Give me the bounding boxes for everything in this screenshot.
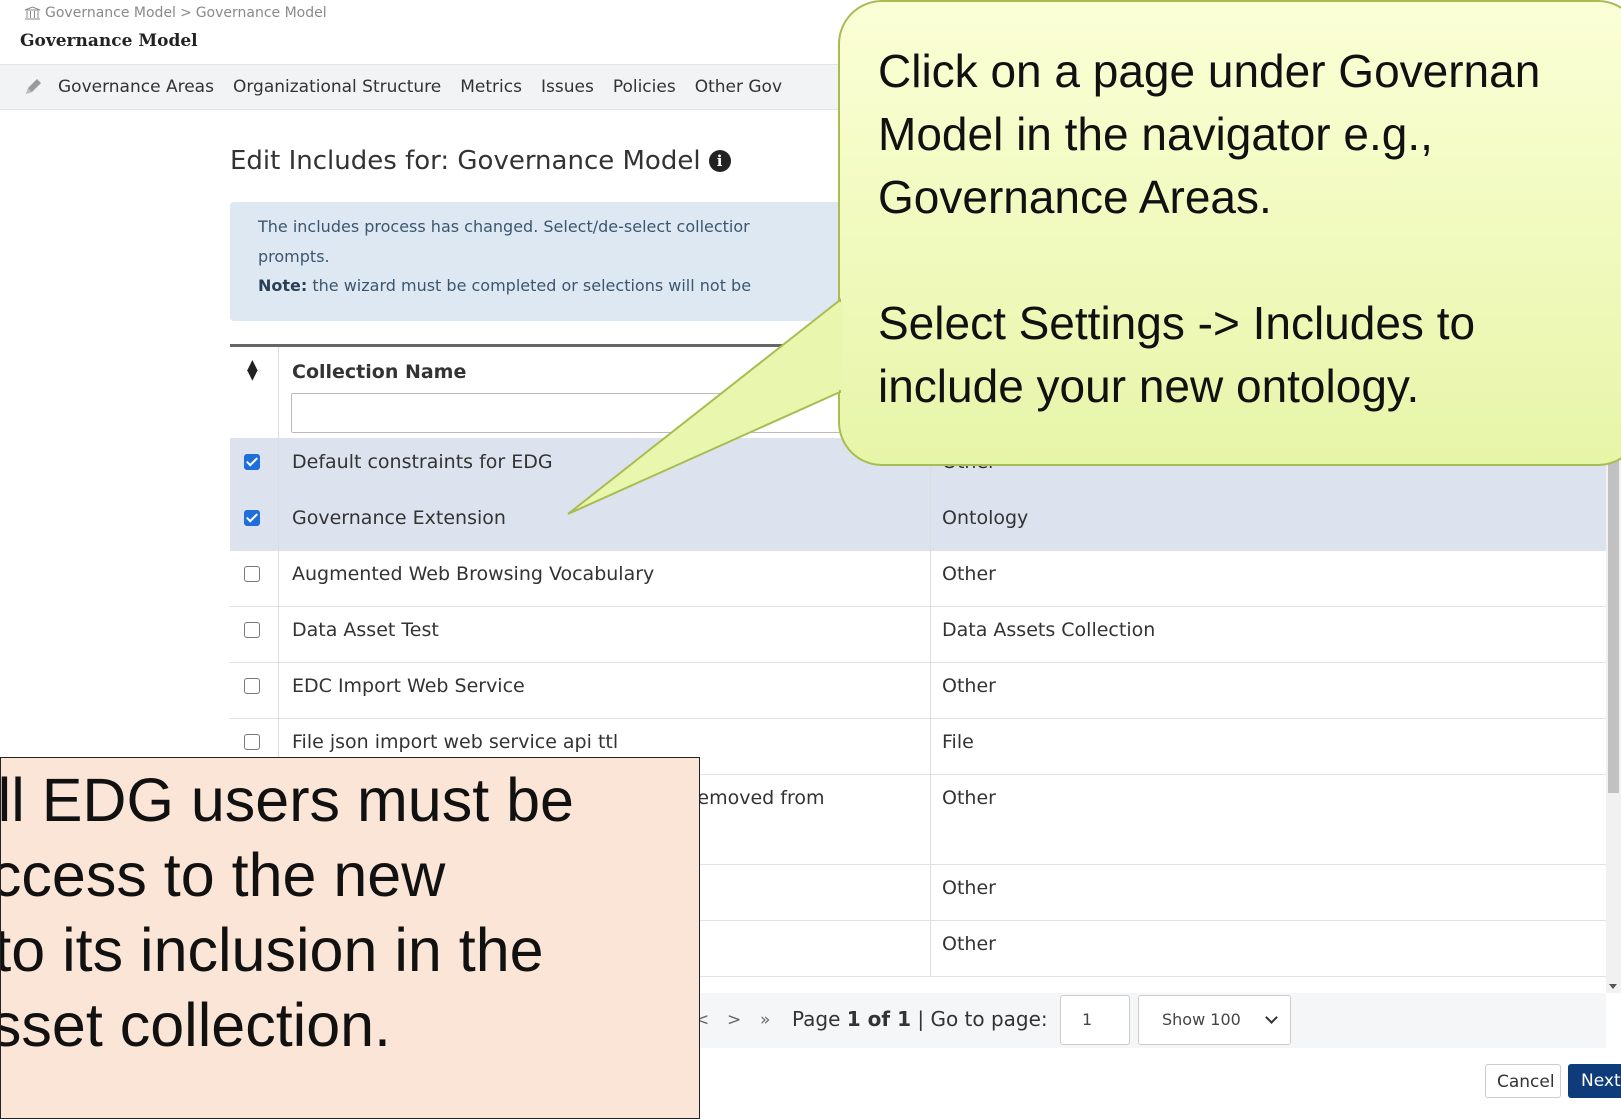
page-size-select[interactable]: Show 100: [1138, 995, 1291, 1045]
type-divider: [930, 662, 931, 718]
callout-line: Governance Areas.: [878, 171, 1272, 223]
info-icon[interactable]: i: [708, 150, 731, 172]
callout-line: Model in the navigator e.g.,: [878, 108, 1433, 160]
nav-governance-areas[interactable]: Governance Areas: [58, 77, 214, 97]
breadcrumb-separator: >: [179, 5, 192, 21]
nav-policies[interactable]: Policies: [613, 77, 676, 97]
row-checkbox[interactable]: [244, 566, 260, 582]
collection-type: Ontology: [942, 507, 1029, 529]
note-callout-text: All EDG users must be access to the new …: [1, 763, 699, 1063]
table-scrollbar[interactable]: [1606, 438, 1621, 993]
table-row[interactable]: EDC Import Web Service Other: [230, 662, 1606, 719]
page-indicator: Page 1 of 1 | Go to page:: [792, 1007, 1048, 1031]
info-line-2: prompts.: [258, 247, 330, 266]
nav-other-gov[interactable]: Other Gov: [695, 77, 782, 97]
callout-line: include your new ontology.: [878, 360, 1420, 412]
column-header-collection-name[interactable]: Collection Name: [292, 361, 466, 383]
info-message: The includes process has changed. Select…: [230, 202, 920, 321]
table-row[interactable]: Governance Extension Ontology: [230, 494, 1606, 551]
select-cell: [230, 550, 279, 606]
collection-type: File: [942, 731, 974, 753]
collection-name: EDC Import Web Service: [292, 675, 525, 697]
collection-type: Other: [942, 877, 996, 899]
info-line-1: The includes process has changed. Select…: [258, 217, 750, 236]
note-line: r to its inclusion in the: [1, 916, 544, 984]
table-row[interactable]: Augmented Web Browsing Vocabulary Other: [230, 550, 1606, 607]
select-cell: [230, 438, 279, 494]
collection-name: removed from: [690, 787, 825, 809]
type-divider: [930, 550, 931, 606]
select-column-header: ▲ ▼: [230, 347, 279, 441]
collection-name-filter[interactable]: [291, 393, 857, 433]
page-size-value: Show 100: [1162, 1010, 1241, 1029]
next-button[interactable]: Next: [1568, 1064, 1621, 1098]
page-current: 1 of 1: [846, 1007, 911, 1031]
callout-line: Click on a page under Governan: [878, 45, 1541, 97]
callout-line: Select Settings -> Includes to: [878, 297, 1476, 349]
select-cell: [230, 662, 279, 718]
collection-name: Governance Extension: [292, 507, 506, 529]
goto-label: | Go to page:: [917, 1007, 1048, 1031]
callout-line: [878, 229, 1540, 292]
museum-icon: [24, 6, 41, 20]
type-divider: [930, 606, 931, 662]
collection-type: Other: [942, 933, 996, 955]
note-callout: All EDG users must be access to the new …: [0, 757, 700, 1119]
row-checkbox[interactable]: [244, 734, 260, 750]
note-line: asset collection.: [1, 991, 391, 1059]
breadcrumb-root[interactable]: Governance Model: [45, 5, 176, 21]
page-label: Page: [792, 1007, 841, 1031]
select-cell: [230, 494, 279, 550]
next-page-button[interactable]: >: [727, 1010, 741, 1030]
pencil-icon[interactable]: [22, 76, 44, 98]
governance-nav: Governance Areas Organizational Structur…: [0, 64, 860, 110]
scroll-down-arrow-icon[interactable]: [1609, 984, 1617, 989]
goto-page-input[interactable]: 1: [1060, 995, 1130, 1045]
select-cell: [230, 606, 279, 662]
row-checkbox[interactable]: [244, 454, 260, 470]
note-line: access to the new: [1, 841, 446, 909]
table-row[interactable]: Data Asset Test Data Assets Collection: [230, 606, 1606, 663]
collection-name: Augmented Web Browsing Vocabulary: [292, 563, 655, 585]
edit-includes-title: Edit Includes for: Governance Model i: [230, 146, 731, 176]
note-line: All EDG users must be: [1, 766, 574, 834]
type-divider: [930, 864, 931, 920]
note-text: the wizard must be completed or selectio…: [307, 276, 752, 295]
nav-issues[interactable]: Issues: [541, 77, 594, 97]
collection-type: Data Assets Collection: [942, 619, 1156, 641]
sort-icon[interactable]: ▲ ▼: [247, 358, 258, 382]
type-divider: [930, 774, 931, 864]
breadcrumb-current: Governance Model: [195, 5, 327, 21]
info-note: Note: the wizard must be completed or se…: [258, 276, 751, 295]
collection-name: Data Asset Test: [292, 619, 439, 641]
breadcrumb: Governance Model > Governance Model: [24, 5, 327, 21]
collection-type: Other: [942, 563, 996, 585]
note-label: Note:: [258, 276, 308, 295]
type-divider: [930, 920, 931, 976]
nav-organizational-structure[interactable]: Organizational Structure: [233, 77, 441, 97]
instruction-callout-text: Click on a page under Governan Model in …: [878, 40, 1540, 418]
row-checkbox[interactable]: [244, 678, 260, 694]
cancel-button[interactable]: Cancel: [1485, 1064, 1561, 1098]
type-divider: [930, 494, 931, 550]
collection-type: Other: [942, 675, 996, 697]
row-checkbox[interactable]: [244, 510, 260, 526]
chevron-down-icon: [1265, 1011, 1278, 1024]
edit-title-text: Edit Includes for: Governance Model: [230, 146, 701, 176]
collection-name: File json import web service api ttl: [292, 731, 619, 753]
last-page-button[interactable]: »: [760, 1010, 770, 1030]
collection-type: Other: [942, 787, 996, 809]
row-checkbox[interactable]: [244, 622, 260, 638]
type-divider: [930, 718, 931, 774]
scrollbar-thumb[interactable]: [1608, 438, 1619, 793]
collection-name: Default constraints for EDG: [292, 451, 553, 473]
nav-metrics[interactable]: Metrics: [460, 77, 522, 97]
page-title: Governance Model: [20, 31, 198, 51]
